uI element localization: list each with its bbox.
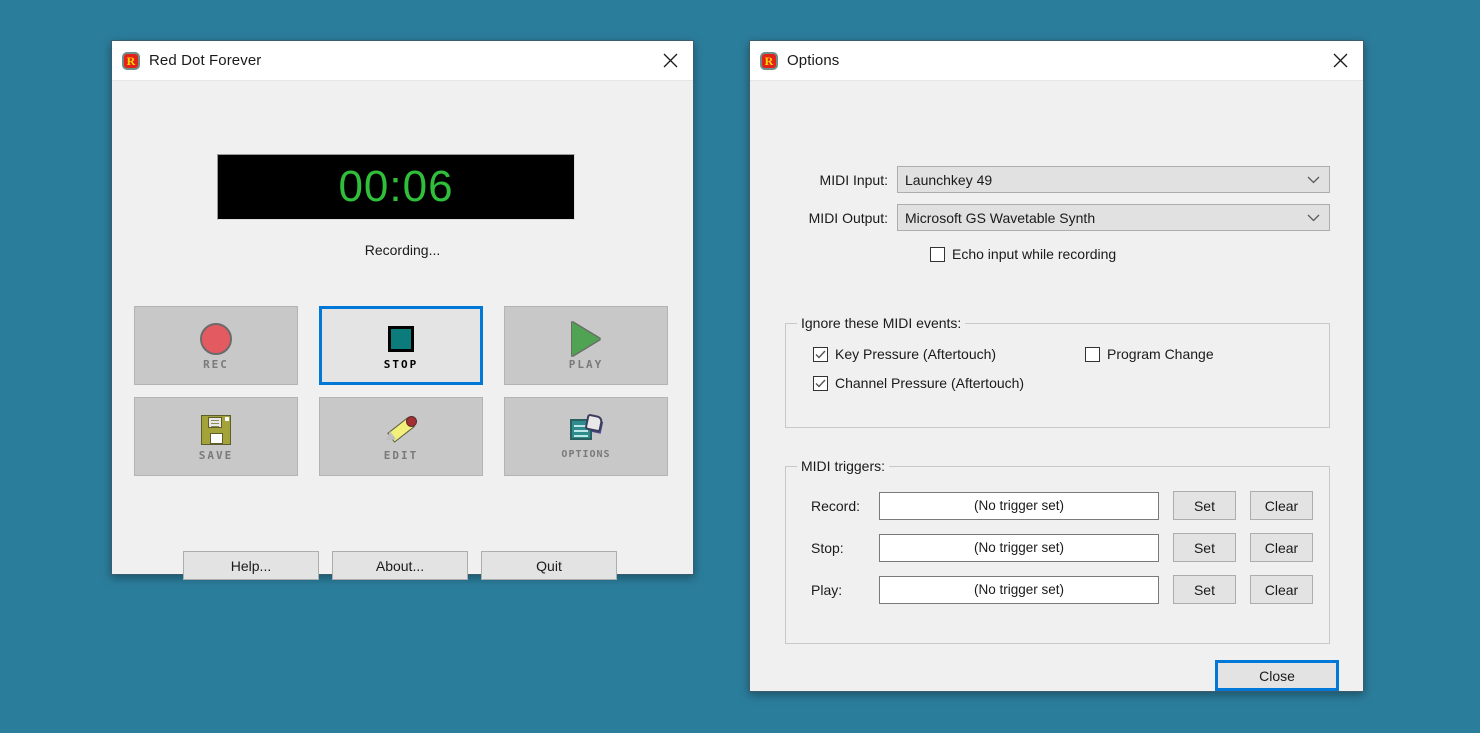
- close-icon[interactable]: [1317, 41, 1363, 80]
- triggers-rows: Record: (No trigger set) Set Clear Stop:…: [811, 491, 1313, 617]
- program-change-item[interactable]: Program Change: [1085, 346, 1214, 362]
- options-window-title: Options: [787, 52, 840, 69]
- midi-input-select[interactable]: Launchkey 49: [897, 166, 1330, 193]
- trigger-row-play: Play: (No trigger set) Set Clear: [811, 575, 1313, 604]
- record-trigger-label: Record:: [811, 497, 861, 514]
- record-circle-icon: [200, 322, 232, 356]
- red-octagon-r-icon: R: [760, 51, 778, 70]
- status-text: Recording...: [364, 242, 441, 258]
- save-button[interactable]: SAVE: [134, 397, 298, 476]
- midi-output-label: MIDI Output:: [808, 209, 888, 226]
- key-pressure-checkbox[interactable]: [813, 346, 828, 362]
- timer-value: 00:06: [338, 162, 454, 211]
- about-button[interactable]: About...: [332, 551, 468, 580]
- quit-button[interactable]: Quit: [481, 551, 617, 580]
- floppy-disk-icon: [201, 413, 231, 447]
- ignore-midi-events-group: Ignore these MIDI events: Key Pressure (…: [785, 315, 1330, 428]
- red-dot-forever-window: R Red Dot Forever 00:06 Recording... REC…: [111, 40, 694, 580]
- channel-pressure-item[interactable]: Channel Pressure (Aftertouch): [813, 375, 1024, 391]
- midi-output-row: MIDI Output: Microsoft GS Wavetable Synt…: [784, 204, 1330, 231]
- rec-button[interactable]: REC: [134, 306, 298, 385]
- play-triangle-icon: [572, 321, 600, 356]
- stop-square-icon: [388, 322, 414, 356]
- stop-trigger-field[interactable]: (No trigger set): [879, 533, 1159, 562]
- close-icon[interactable]: [647, 41, 693, 80]
- midi-output-value: Microsoft GS Wavetable Synth: [905, 209, 1096, 226]
- close-button[interactable]: Close: [1215, 660, 1339, 691]
- program-change-checkbox[interactable]: [1085, 346, 1100, 362]
- trigger-row-stop: Stop: (No trigger set) Set Clear: [811, 533, 1313, 562]
- midi-triggers-group: MIDI triggers: Record: (No trigger set) …: [785, 458, 1330, 644]
- stop-trigger-set-button[interactable]: Set: [1172, 533, 1236, 562]
- options-panel-icon: [570, 413, 604, 447]
- edit-button[interactable]: EDIT: [319, 397, 483, 476]
- options-window-titlebar: R Options: [750, 41, 1363, 81]
- rec-button-label: REC: [203, 357, 229, 371]
- play-button-label: PLAY: [568, 357, 604, 371]
- transport-row-2: SAVE EDIT OPTIONS: [134, 397, 679, 476]
- chevron-down-icon: [1307, 214, 1320, 222]
- pencil-icon: [382, 413, 417, 447]
- midi-input-label: MIDI Input:: [819, 171, 888, 188]
- key-pressure-item[interactable]: Key Pressure (Aftertouch): [813, 346, 1085, 362]
- play-button[interactable]: PLAY: [504, 306, 668, 385]
- transport-button-grid: REC STOP PLAY SAVE EDIT OPTIONS: [134, 306, 679, 488]
- program-change-label: Program Change: [1107, 346, 1214, 362]
- save-button-label: SAVE: [198, 448, 234, 462]
- ignore-row-1: Key Pressure (Aftertouch) Program Change: [813, 346, 1313, 362]
- midi-output-select[interactable]: Microsoft GS Wavetable Synth: [897, 204, 1330, 231]
- play-trigger-set-button[interactable]: Set: [1172, 575, 1236, 604]
- options-button-label: OPTIONS: [561, 449, 611, 460]
- options-window-body: MIDI Input: Launchkey 49 MIDI Output: Mi…: [750, 81, 1363, 731]
- trigger-row-record: Record: (No trigger set) Set Clear: [811, 491, 1313, 520]
- main-window-title: Red Dot Forever: [149, 52, 262, 69]
- key-pressure-label: Key Pressure (Aftertouch): [835, 346, 997, 362]
- echo-input-checkbox[interactable]: [930, 246, 945, 262]
- main-window-titlebar: R Red Dot Forever: [112, 41, 693, 81]
- edit-button-label: EDIT: [383, 448, 419, 462]
- options-window: R Options MIDI Input: Launchkey 49 MIDI …: [749, 40, 1364, 692]
- play-trigger-label: Play:: [811, 581, 843, 598]
- ignore-group-items: Key Pressure (Aftertouch) Program Change…: [813, 346, 1313, 404]
- midi-device-fields: MIDI Input: Launchkey 49 MIDI Output: Mi…: [784, 166, 1330, 262]
- timer-display: 00:06: [217, 154, 575, 220]
- stop-button-label: STOP: [383, 357, 419, 371]
- red-octagon-r-icon: R: [122, 51, 140, 70]
- transport-row-1: REC STOP PLAY: [134, 306, 679, 385]
- stop-trigger-label: Stop:: [811, 539, 844, 556]
- help-button[interactable]: Help...: [183, 551, 319, 580]
- stop-button[interactable]: STOP: [319, 306, 483, 385]
- echo-input-row[interactable]: Echo input while recording: [930, 246, 1330, 262]
- play-trigger-clear-button[interactable]: Clear: [1249, 575, 1313, 604]
- chevron-down-icon: [1307, 176, 1320, 184]
- echo-input-label: Echo input while recording: [952, 246, 1117, 262]
- options-button[interactable]: OPTIONS: [504, 397, 668, 476]
- channel-pressure-checkbox[interactable]: [813, 375, 828, 391]
- stop-trigger-clear-button[interactable]: Clear: [1249, 533, 1313, 562]
- record-trigger-field[interactable]: (No trigger set): [879, 491, 1159, 520]
- ignore-row-2: Channel Pressure (Aftertouch): [813, 375, 1313, 391]
- triggers-group-title: MIDI triggers:: [797, 458, 890, 474]
- midi-input-row: MIDI Input: Launchkey 49: [784, 166, 1330, 193]
- record-trigger-set-button[interactable]: Set: [1172, 491, 1236, 520]
- midi-input-value: Launchkey 49: [905, 171, 993, 188]
- main-bottom-buttons: Help... About... Quit: [183, 551, 617, 580]
- channel-pressure-label: Channel Pressure (Aftertouch): [835, 375, 1025, 391]
- ignore-group-title: Ignore these MIDI events:: [797, 315, 966, 331]
- record-trigger-clear-button[interactable]: Clear: [1249, 491, 1313, 520]
- play-trigger-field[interactable]: (No trigger set): [879, 575, 1159, 604]
